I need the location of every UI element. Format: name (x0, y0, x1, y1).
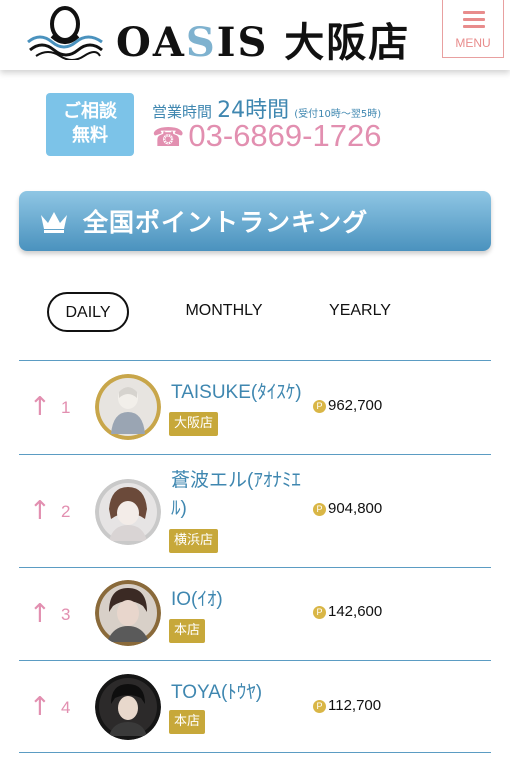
logo-text: OASIS 大阪店 (116, 19, 411, 66)
phone-number: 03-6869-1726 (188, 118, 382, 153)
consult-line1: ご相談 (63, 101, 117, 122)
points-amount: 112,700 (328, 697, 382, 714)
point-coin-icon: P (313, 606, 326, 619)
shop-badge: 本店 (169, 710, 206, 734)
menu-label: MENU (455, 36, 491, 50)
tab-daily[interactable]: DAILY (47, 292, 129, 332)
tab-monthly[interactable]: MONTHLY (165, 292, 283, 332)
member-name[interactable]: IO(ｲｵ) (171, 586, 309, 614)
free-consultation-badge[interactable]: ご相談 無料 (46, 93, 134, 156)
banner-title: 全国ポイントランキング (83, 208, 369, 237)
crown-icon (41, 212, 67, 233)
avatar (95, 580, 161, 646)
points-value: P 904,800 (313, 500, 382, 517)
shop-badge: 本店 (169, 619, 206, 643)
points-value: P 112,700 (313, 697, 381, 714)
ranking-row[interactable]: ↑ 3 IO(ｲｵ) 本店 P 142,600 (19, 567, 491, 660)
ranking-row[interactable]: ↑ 1 TAISUKE(ﾀｲｽｹ) 大阪店 P 962,700 (19, 360, 491, 454)
points-amount: 904,800 (328, 500, 383, 517)
rank-number: 2 (61, 502, 71, 521)
point-coin-icon: P (313, 700, 326, 713)
consult-line2: 無料 (72, 125, 108, 146)
points-value: P 962,700 (313, 397, 382, 414)
menu-button[interactable]: MENU (442, 0, 504, 58)
phone-link[interactable]: ☎ 03-6869-1726 (152, 118, 381, 154)
site-header: OASIS 大阪店 MENU (0, 0, 510, 70)
point-coin-icon: P (313, 400, 326, 413)
avatar (95, 374, 161, 440)
rank-number: 3 (61, 605, 71, 624)
point-coin-icon: P (313, 503, 326, 516)
member-name[interactable]: TOYA(ﾄｳﾔ) (171, 679, 309, 707)
site-logo[interactable]: OASIS 大阪店 (26, 4, 408, 66)
list-divider (19, 752, 491, 753)
rank-number: 4 (61, 698, 71, 717)
member-name[interactable]: 蒼波エル(ｱｵﾅﾐｴﾙ) (171, 467, 309, 523)
rank-number: 1 (61, 398, 71, 417)
ranking-banner: 全国ポイントランキング (19, 191, 491, 251)
arrow-up-icon: ↑ (29, 692, 51, 722)
ranking-row[interactable]: ↑ 4 TOYA(ﾄｳﾔ) 本店 P 112,700 (19, 660, 491, 752)
avatar (95, 479, 161, 545)
arrow-up-icon: ↑ (29, 496, 51, 526)
points-value: P 142,600 (313, 603, 382, 620)
shop-badge: 大阪店 (169, 412, 219, 436)
ranking-row[interactable]: ↑ 2 蒼波エル(ｱｵﾅﾐｴﾙ) 横浜店 P 904,800 (19, 454, 491, 567)
oasis-wave-logo-icon (27, 6, 103, 60)
points-amount: 142,600 (328, 603, 383, 620)
hamburger-icon (463, 11, 485, 32)
arrow-up-icon: ↑ (29, 599, 51, 629)
phone-icon: ☎ (152, 122, 185, 152)
member-name[interactable]: TAISUKE(ﾀｲｽｹ) (171, 379, 309, 407)
points-amount: 962,700 (328, 397, 383, 414)
arrow-up-icon: ↑ (29, 392, 51, 422)
shop-badge: 横浜店 (169, 529, 219, 553)
avatar (95, 674, 161, 740)
tab-yearly[interactable]: YEARLY (310, 292, 410, 332)
